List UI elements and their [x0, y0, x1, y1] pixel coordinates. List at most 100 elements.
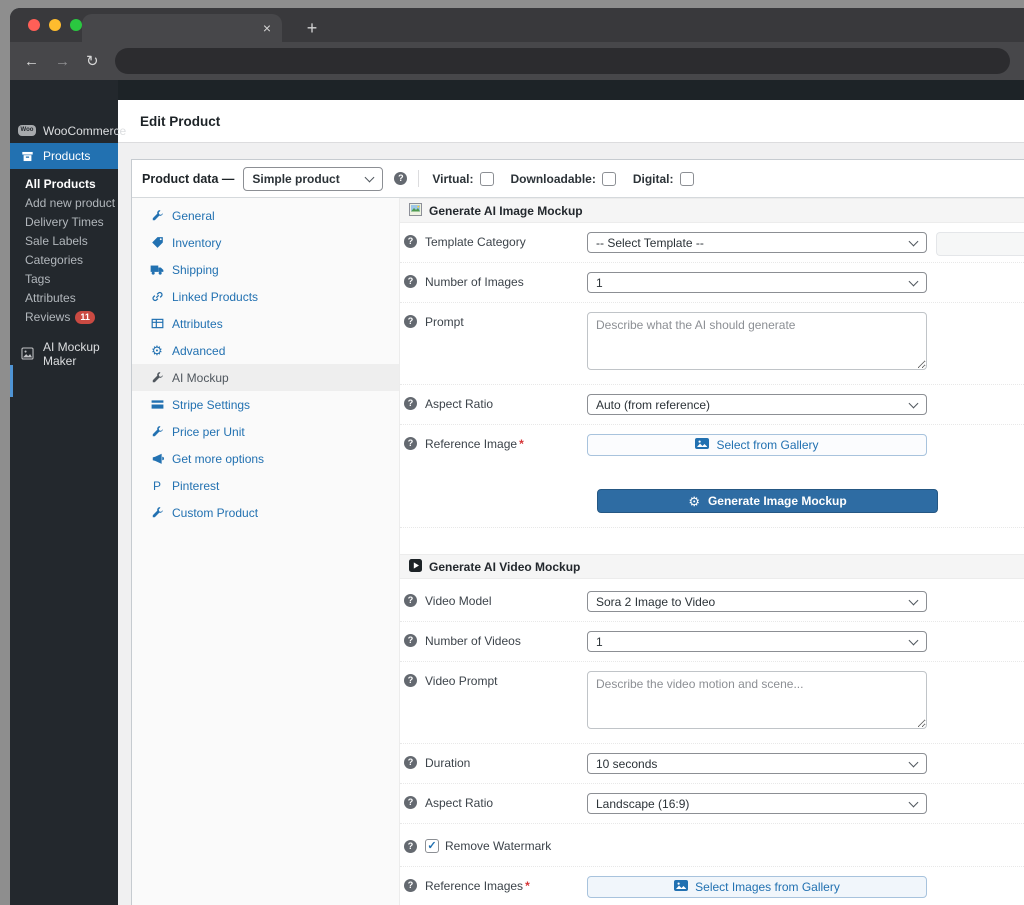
screenshot-frame: × + ← → ↻ Woo WooCommerce Products All P… [0, 0, 1024, 905]
help-icon[interactable]: ? [404, 235, 417, 248]
tag-icon [150, 236, 164, 250]
help-icon[interactable]: ? [394, 172, 408, 185]
back-icon[interactable]: ← [24, 53, 39, 70]
help-icon[interactable]: ? [404, 796, 417, 809]
help-icon[interactable]: ? [404, 397, 417, 410]
number-of-videos-row: ? Number of Videos 1 [400, 621, 1024, 661]
virtual-checkbox[interactable] [479, 171, 494, 186]
forward-icon[interactable]: → [55, 53, 70, 70]
ai-mockup-panel: Generate AI Image Mockup ? Template Cate… [400, 198, 1024, 905]
help-icon[interactable]: ? [404, 879, 417, 892]
downloadable-checkbox[interactable] [601, 171, 616, 186]
video-prompt-textarea[interactable] [587, 671, 927, 729]
side-panel-fragment [936, 232, 1024, 256]
sidebar-item-reviews[interactable]: Reviews 11 [10, 308, 118, 327]
image-aspect-ratio-row: ? Aspect Ratio Auto (from reference) [400, 384, 1024, 424]
wrench-icon [150, 506, 164, 520]
number-of-images-select[interactable]: 1 [587, 272, 927, 293]
number-of-videos-select[interactable]: 1 [587, 631, 927, 652]
template-category-row: ? Template Category -- Select Template -… [400, 223, 1024, 262]
remove-watermark-checkbox[interactable] [425, 838, 439, 853]
tab-price-per-unit[interactable]: Price per Unit [132, 418, 399, 445]
page-body: Product data — Simple product ? Virtual: [118, 143, 1024, 905]
product-type-select-wrap: Simple product [243, 166, 384, 191]
help-icon[interactable]: ? [404, 634, 417, 647]
generate-image-mockup-button[interactable]: ⚙ Generate Image Mockup [597, 489, 938, 513]
divider [418, 170, 420, 187]
minimize-window-button[interactable] [49, 19, 61, 31]
help-icon[interactable]: ? [404, 594, 417, 607]
help-icon[interactable]: ? [404, 756, 417, 769]
address-bar[interactable] [114, 48, 1010, 74]
sidebar-item-attributes[interactable]: Attributes [10, 289, 118, 308]
tab-advanced[interactable]: ⚙ Advanced [132, 337, 399, 364]
video-section-header: Generate AI Video Mockup [400, 554, 1024, 579]
product-data-tabs: General Inventory Shipping Linked Produc… [132, 198, 400, 905]
help-icon[interactable]: ? [404, 840, 417, 853]
template-category-select[interactable]: -- Select Template -- [587, 232, 927, 253]
megaphone-icon [150, 452, 164, 466]
select-images-from-gallery-button[interactable]: Select Images from Gallery [587, 876, 927, 898]
help-icon[interactable]: ? [404, 437, 417, 450]
help-icon[interactable]: ? [404, 674, 417, 687]
sidebar-item-woocommerce[interactable]: Woo WooCommerce [10, 118, 126, 143]
reviews-count-badge: 11 [75, 311, 95, 324]
tab-shipping[interactable]: Shipping [132, 256, 399, 283]
video-prompt-row: ? Video Prompt [400, 661, 1024, 743]
credit-card-icon [150, 398, 164, 412]
fullscreen-window-button[interactable] [70, 19, 82, 31]
tab-pinterest[interactable]: P Pinterest [132, 472, 399, 499]
page-viewport: Woo WooCommerce Products All Products Ad… [10, 80, 1024, 905]
sidebar-scroll-indicator[interactable] [10, 365, 13, 397]
product-type-select[interactable]: Simple product [243, 166, 384, 191]
tab-attributes[interactable]: Attributes [132, 310, 399, 337]
tab-stripe-settings[interactable]: Stripe Settings [132, 391, 399, 418]
sidebar-item-delivery-times[interactable]: Delivery Times [10, 213, 118, 232]
video-model-select[interactable]: Sora 2 Image to Video [587, 591, 927, 612]
sidebar-item-categories[interactable]: Categories [10, 251, 118, 270]
tab-close-icon[interactable]: × [263, 21, 271, 35]
table-icon [150, 317, 164, 331]
image-section-header: Generate AI Image Mockup [400, 198, 1024, 223]
browser-tab[interactable]: × [82, 14, 282, 42]
tab-linked-products[interactable]: Linked Products [132, 283, 399, 310]
sidebar-item-all-products[interactable]: All Products [10, 175, 118, 194]
products-submenu: All Products Add new product Delivery Ti… [10, 169, 118, 331]
close-window-button[interactable] [28, 19, 40, 31]
video-aspect-ratio-select[interactable]: Landscape (16:9) [587, 793, 927, 814]
page-title: Edit Product [118, 100, 1024, 143]
sidebar-item-products[interactable]: Products [10, 143, 118, 169]
digital-checkbox[interactable] [679, 171, 694, 186]
duration-select[interactable]: 10 seconds [587, 753, 927, 774]
tab-inventory[interactable]: Inventory [132, 229, 399, 256]
gallery-image-icon [695, 438, 710, 452]
select-from-gallery-button[interactable]: Select from Gallery [587, 434, 927, 456]
woocommerce-icon: Woo [18, 125, 36, 136]
product-data-label: Product data — [142, 171, 235, 186]
image-aspect-ratio-select[interactable]: Auto (from reference) [587, 394, 927, 415]
sidebar-item-sale-labels[interactable]: Sale Labels [10, 232, 118, 251]
sidebar-item-tags[interactable]: Tags [10, 270, 118, 289]
help-icon[interactable]: ? [404, 275, 417, 288]
tab-ai-mockup[interactable]: AI Mockup [132, 364, 399, 391]
sidebar-item-ai-mockup-maker[interactable]: AI Mockup Maker [10, 340, 118, 368]
edit-product-page: Edit Product Product data — Simple produ… [118, 100, 1024, 905]
reference-images-row: ? Reference Images * Select Images from G… [400, 866, 1024, 905]
section-divider [400, 527, 1024, 528]
truck-icon [150, 263, 164, 277]
tab-get-more-options[interactable]: Get more options [132, 445, 399, 472]
new-tab-button[interactable]: + [300, 18, 324, 39]
prompt-textarea[interactable] [587, 312, 927, 370]
tab-custom-product[interactable]: Custom Product [132, 499, 399, 526]
gear-icon: ⚙ [151, 343, 163, 358]
number-of-images-row: ? Number of Images 1 [400, 262, 1024, 302]
product-data-header: Product data — Simple product ? Virtual: [132, 160, 1024, 198]
help-icon[interactable]: ? [404, 315, 417, 328]
pinterest-icon: P [152, 478, 161, 493]
digital-checkbox-group: Digital: [633, 171, 694, 186]
sidebar-item-add-new-product[interactable]: Add new product [10, 194, 118, 213]
reload-icon[interactable]: ↻ [86, 52, 99, 70]
tab-general[interactable]: General [132, 202, 399, 229]
required-marker: * [519, 437, 524, 451]
traffic-lights [28, 19, 82, 31]
